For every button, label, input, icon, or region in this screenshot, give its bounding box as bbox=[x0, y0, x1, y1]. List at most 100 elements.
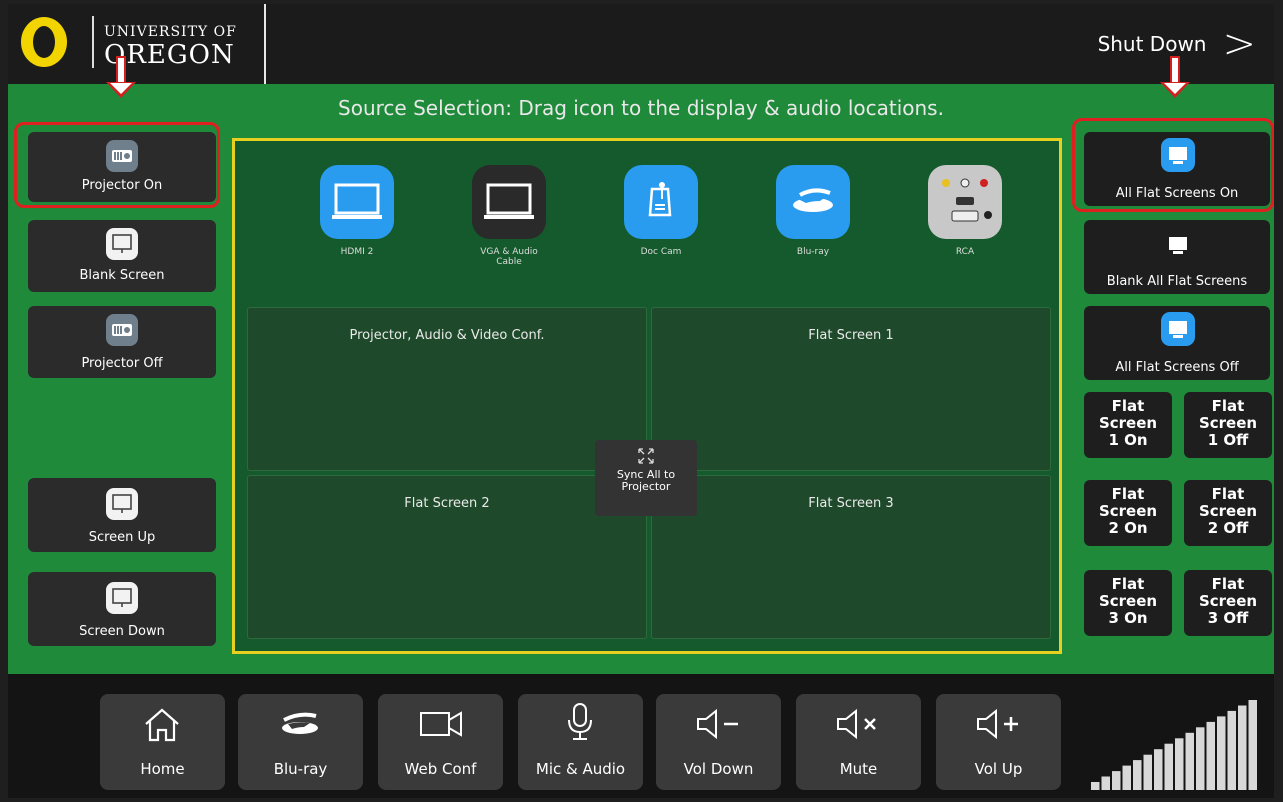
volume-bar bbox=[1091, 782, 1100, 790]
all-flat-screens-off-button[interactable]: All Flat Screens Off bbox=[1084, 306, 1270, 380]
source-rca[interactable]: RCA bbox=[925, 165, 1005, 257]
flat-screen-3-on-line1: Flat bbox=[1111, 575, 1145, 593]
projector-off-label: Projector Off bbox=[81, 356, 163, 371]
bluray-button[interactable]: Blu-ray bbox=[238, 694, 363, 790]
laptop-icon bbox=[472, 165, 546, 239]
monitor-icon bbox=[1161, 138, 1195, 172]
source-vga-label: VGA & Audio Cable bbox=[480, 247, 538, 267]
flat-screen-1-off-button[interactable]: Flat Screen 1 Off bbox=[1184, 392, 1272, 458]
volume-bar bbox=[1143, 754, 1152, 790]
flat-screen-3-off-button[interactable]: Flat Screen 3 Off bbox=[1184, 570, 1272, 636]
volume-bar bbox=[1154, 749, 1163, 790]
vol-down-button[interactable]: Vol Down bbox=[656, 694, 781, 790]
flat-screen-2-off-line3: 2 Off bbox=[1207, 519, 1249, 537]
flat-screen-2-on-line3: 2 On bbox=[1108, 519, 1148, 537]
mic-audio-button[interactable]: Mic & Audio bbox=[518, 694, 643, 790]
zone-projector[interactable]: Projector, Audio & Video Conf. bbox=[247, 307, 647, 471]
flat-screen-2-on-line2: Screen bbox=[1098, 502, 1158, 520]
flat-screen-2-on-line1: Flat bbox=[1111, 485, 1145, 503]
home-icon bbox=[145, 708, 179, 742]
all-flat-screens-off-label: All Flat Screens Off bbox=[1115, 360, 1239, 375]
flat-screen-1-off-line1: Flat bbox=[1211, 397, 1245, 415]
flat-screen-3-on-line2: Screen bbox=[1098, 592, 1158, 610]
flat-screen-2-off-line1: Flat bbox=[1211, 485, 1245, 503]
volume-level-meter bbox=[1091, 700, 1257, 790]
screen-up-label: Screen Up bbox=[88, 530, 156, 545]
source-doc-cam[interactable]: Doc Cam bbox=[621, 165, 701, 257]
flat-screen-1-off-line2: Screen bbox=[1198, 414, 1258, 432]
bottom-bar: Home Blu-ray Web Conf Mic & Audio Vol Do… bbox=[8, 674, 1274, 798]
flat-screen-1-on-line1: Flat bbox=[1111, 397, 1145, 415]
flat-screen-3-off-line1: Flat bbox=[1211, 575, 1245, 593]
zone-flat-screen-1[interactable]: Flat Screen 1 bbox=[651, 307, 1051, 471]
zone-flat-screen-2-label: Flat Screen 2 bbox=[404, 496, 490, 511]
vol-down-label: Vol Down bbox=[683, 760, 754, 778]
vol-up-label: Vol Up bbox=[974, 760, 1023, 778]
blank-screen-label: Blank Screen bbox=[79, 268, 165, 283]
source-rca-label: RCA bbox=[955, 247, 975, 257]
top-bar: UNIVERSITY OF OREGON Shut Down > bbox=[8, 4, 1274, 84]
mute-label: Mute bbox=[839, 760, 878, 778]
screen-up-button[interactable]: Screen Up bbox=[28, 478, 216, 552]
blank-all-flat-screens-button[interactable]: Blank All Flat Screens bbox=[1084, 220, 1270, 294]
monitor-icon bbox=[1169, 237, 1187, 254]
zone-flat-screen-3[interactable]: Flat Screen 3 bbox=[651, 475, 1051, 639]
mute-button[interactable]: Mute bbox=[796, 694, 921, 790]
volume-bar bbox=[1112, 771, 1121, 790]
flat-screen-2-off-button[interactable]: Flat Screen 2 Off bbox=[1184, 480, 1272, 546]
home-label: Home bbox=[140, 760, 185, 778]
volume-bar bbox=[1101, 776, 1110, 790]
bluray-icon bbox=[776, 165, 850, 239]
shutdown-label: Shut Down bbox=[1097, 32, 1207, 56]
doc-cam-icon bbox=[624, 165, 698, 239]
home-button[interactable]: Home bbox=[100, 694, 225, 790]
volume-bar bbox=[1164, 743, 1173, 790]
zone-flat-screen-1-label: Flat Screen 1 bbox=[808, 328, 894, 343]
flat-screen-1-on-button[interactable]: Flat Screen 1 On bbox=[1084, 392, 1172, 458]
zone-flat-screen-2[interactable]: Flat Screen 2 bbox=[247, 475, 647, 639]
chevron-right-icon: > bbox=[1222, 21, 1256, 67]
rca-icon bbox=[928, 165, 1002, 239]
all-flat-screens-on-button[interactable]: All Flat Screens On bbox=[1084, 132, 1270, 206]
volume-bar bbox=[1122, 765, 1131, 790]
flat-screen-3-off-line2: Screen bbox=[1198, 592, 1258, 610]
volume-bar bbox=[1238, 705, 1247, 790]
screen-down-button[interactable]: Screen Down bbox=[28, 572, 216, 646]
zone-flat-screen-3-label: Flat Screen 3 bbox=[808, 496, 894, 511]
bluray-label: Blu-ray bbox=[273, 760, 328, 778]
blank-all-flat-screens-label: Blank All Flat Screens bbox=[1106, 274, 1248, 289]
source-hdmi2[interactable]: HDMI 2 bbox=[317, 165, 397, 257]
monitor-icon bbox=[1161, 312, 1195, 346]
source-bluray[interactable]: Blu-ray bbox=[773, 165, 853, 257]
web-conf-label: Web Conf bbox=[404, 760, 477, 778]
pointer-arrow-right-icon bbox=[1160, 56, 1190, 100]
projector-icon bbox=[106, 314, 138, 346]
bluray-icon bbox=[282, 712, 318, 734]
page-title: Source Selection: Drag icon to the displ… bbox=[338, 96, 944, 120]
mic-audio-label: Mic & Audio bbox=[535, 760, 626, 778]
flat-screen-1-on-line3: 1 On bbox=[1108, 431, 1148, 449]
screen-icon bbox=[106, 228, 138, 260]
flat-screen-1-off-line3: 1 Off bbox=[1207, 431, 1249, 449]
screen-icon bbox=[106, 582, 138, 614]
control-panel: UNIVERSITY OF OREGON Shut Down > Source … bbox=[8, 4, 1274, 798]
source-vga[interactable]: VGA & Audio Cable bbox=[469, 165, 549, 267]
projector-off-button[interactable]: Projector Off bbox=[28, 306, 216, 378]
projector-on-button[interactable]: Projector On bbox=[28, 132, 216, 202]
blank-screen-button[interactable]: Blank Screen bbox=[28, 220, 216, 292]
screen-down-label: Screen Down bbox=[79, 624, 165, 639]
pointer-arrow-left-icon bbox=[106, 56, 136, 100]
flat-screen-2-on-button[interactable]: Flat Screen 2 On bbox=[1084, 480, 1172, 546]
source-bluray-label: Blu-ray bbox=[796, 247, 830, 257]
expand-icon bbox=[638, 448, 654, 464]
flat-screen-3-off-line3: 3 Off bbox=[1207, 609, 1249, 627]
vol-up-button[interactable]: Vol Up bbox=[936, 694, 1061, 790]
volume-bar bbox=[1217, 716, 1226, 790]
source-doc-cam-label: Doc Cam bbox=[640, 247, 682, 257]
flat-screen-3-on-button[interactable]: Flat Screen 3 On bbox=[1084, 570, 1172, 636]
flat-screen-1-on-line2: Screen bbox=[1098, 414, 1158, 432]
web-conf-button[interactable]: Web Conf bbox=[378, 694, 503, 790]
zone-projector-label: Projector, Audio & Video Conf. bbox=[349, 328, 545, 343]
sync-all-button[interactable]: Sync All to Projector bbox=[595, 440, 697, 516]
volume-bar bbox=[1175, 738, 1184, 790]
